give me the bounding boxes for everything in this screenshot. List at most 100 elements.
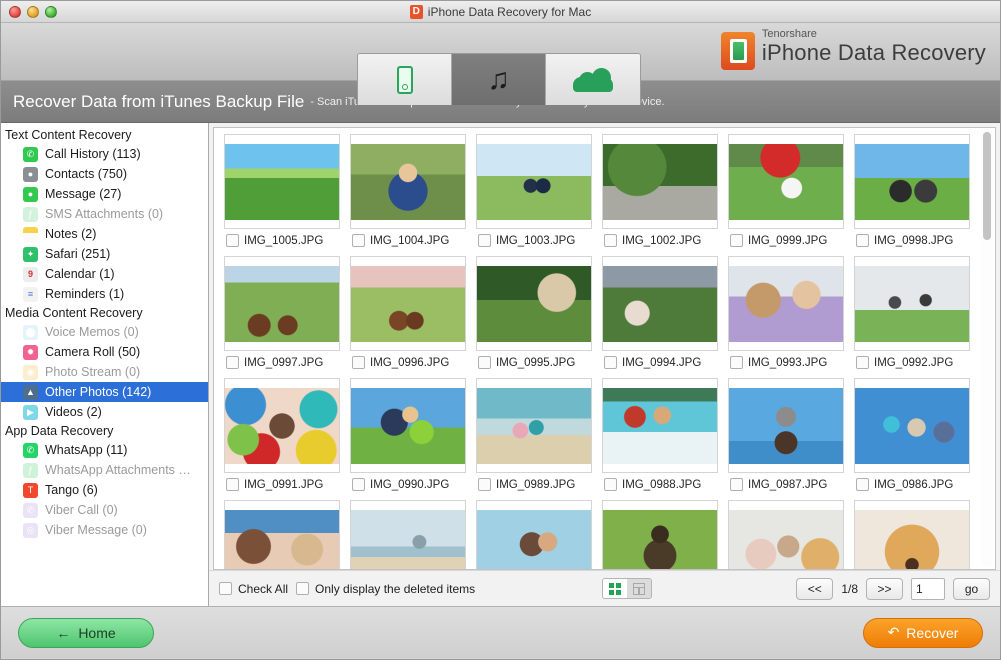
check-all-control[interactable]: Check All (219, 582, 288, 596)
photo-checkbox[interactable] (478, 234, 491, 247)
photo-thumbnail[interactable] (350, 256, 466, 351)
tab-recover-from-ios-device[interactable] (358, 54, 452, 105)
photo-thumbnail[interactable] (224, 256, 340, 351)
check-all-checkbox[interactable] (219, 582, 232, 595)
sidebar-item-safari[interactable]: ✦ Safari (251) (1, 244, 208, 264)
photo-thumbnail[interactable] (350, 378, 466, 473)
photo-thumbnail[interactable] (224, 134, 340, 229)
photo-checkbox[interactable] (226, 356, 239, 369)
photo-thumbnail[interactable] (854, 256, 970, 351)
photo-cell[interactable]: IMG_0987.JPG (728, 378, 854, 499)
photo-checkbox[interactable] (856, 356, 869, 369)
photo-cell[interactable] (350, 500, 476, 569)
photo-thumbnail[interactable] (728, 378, 844, 473)
photo-cell[interactable]: IMG_0993.JPG (728, 256, 854, 377)
photo-checkbox[interactable] (352, 356, 365, 369)
deleted-only-checkbox[interactable] (296, 582, 310, 595)
photo-thumbnail[interactable] (476, 378, 592, 473)
sidebar-item-calendar[interactable]: 9 Calendar (1) (1, 264, 208, 284)
photo-thumbnail[interactable] (476, 134, 592, 229)
photo-thumbnail[interactable] (854, 378, 970, 473)
photo-checkbox[interactable] (226, 478, 239, 491)
photo-checkbox[interactable] (730, 478, 743, 491)
photo-thumbnail[interactable] (602, 500, 718, 569)
photo-cell[interactable] (224, 500, 350, 569)
photo-checkbox[interactable] (856, 234, 869, 247)
photo-thumbnail[interactable] (350, 134, 466, 229)
close-button[interactable] (9, 5, 21, 18)
photo-cell[interactable] (854, 500, 980, 569)
photo-thumbnail[interactable] (224, 500, 340, 569)
photo-thumbnail[interactable] (728, 256, 844, 351)
photo-thumbnail[interactable] (854, 500, 970, 569)
photo-thumbnail[interactable] (602, 378, 718, 473)
photo-thumbnail[interactable] (728, 134, 844, 229)
sidebar-item-videos[interactable]: ▶ Videos (2) (1, 402, 208, 422)
photo-checkbox[interactable] (352, 234, 365, 247)
photo-cell[interactable]: IMG_0997.JPG (224, 256, 350, 377)
photo-checkbox[interactable] (604, 356, 617, 369)
sidebar-item-whatsapp-attachments[interactable]: ƒ WhatsApp Attachments … (1, 460, 208, 480)
photo-cell[interactable]: IMG_0988.JPG (602, 378, 728, 499)
sidebar-item-viber-call[interactable]: ✆ Viber Call (0) (1, 500, 208, 520)
sidebar-item-call-history[interactable]: ✆ Call History (113) (1, 144, 208, 164)
deleted-only-control[interactable]: Only display the deleted items (296, 582, 475, 596)
photo-cell[interactable] (728, 500, 854, 569)
sidebar-item-whatsapp[interactable]: ✆ WhatsApp (11) (1, 440, 208, 460)
prev-page-button[interactable]: << (796, 577, 834, 600)
photo-cell[interactable]: IMG_0995.JPG (476, 256, 602, 377)
minimize-button[interactable] (27, 5, 39, 18)
sidebar-item-viber-message[interactable]: ◎ Viber Message (0) (1, 520, 208, 540)
photo-cell[interactable]: IMG_1004.JPG (350, 134, 476, 255)
photo-cell[interactable]: IMG_0999.JPG (728, 134, 854, 255)
photo-cell[interactable]: IMG_0992.JPG (854, 256, 980, 377)
photo-checkbox[interactable] (730, 356, 743, 369)
photo-cell[interactable]: IMG_0996.JPG (350, 256, 476, 377)
photo-thumbnail[interactable] (476, 256, 592, 351)
home-button[interactable]: ← Home (18, 617, 154, 648)
list-view-button[interactable] (627, 579, 651, 598)
photo-checkbox[interactable] (604, 234, 617, 247)
tab-recover-from-itunes-backup[interactable]: ♫ (452, 54, 546, 105)
photo-checkbox[interactable] (226, 234, 239, 247)
grid-scrollbar-thumb[interactable] (983, 132, 991, 240)
photo-thumbnail[interactable] (602, 256, 718, 351)
sidebar-item-tango[interactable]: T Tango (6) (1, 480, 208, 500)
photo-checkbox[interactable] (604, 478, 617, 491)
sidebar-item-photo-stream[interactable]: ◉ Photo Stream (0) (1, 362, 208, 382)
photo-cell[interactable] (476, 500, 602, 569)
photo-checkbox[interactable] (478, 356, 491, 369)
photo-cell[interactable]: IMG_0990.JPG (350, 378, 476, 499)
sidebar-item-message[interactable]: ● Message (27) (1, 184, 208, 204)
photo-cell[interactable]: IMG_0989.JPG (476, 378, 602, 499)
photo-cell[interactable]: IMG_0998.JPG (854, 134, 980, 255)
photo-checkbox[interactable] (856, 478, 869, 491)
page-number-input[interactable]: 1 (911, 577, 945, 600)
sidebar-item-camera-roll[interactable]: ✹ Camera Roll (50) (1, 342, 208, 362)
tab-recover-from-icloud-backup[interactable] (546, 54, 640, 105)
go-button[interactable]: go (953, 577, 990, 600)
photo-thumbnail[interactable] (350, 500, 466, 569)
photo-cell[interactable]: IMG_0986.JPG (854, 378, 980, 499)
photo-cell[interactable] (602, 500, 728, 569)
photo-checkbox[interactable] (478, 478, 491, 491)
photo-cell[interactable]: IMG_0994.JPG (602, 256, 728, 377)
sidebar-item-reminders[interactable]: ≡ Reminders (1) (1, 284, 208, 304)
sidebar-item-notes[interactable]: Notes (2) (1, 224, 208, 244)
zoom-button[interactable] (45, 5, 57, 18)
grid-view-button[interactable] (603, 579, 627, 598)
photo-cell[interactable]: IMG_1002.JPG (602, 134, 728, 255)
sidebar-item-contacts[interactable]: ● Contacts (750) (1, 164, 208, 184)
sidebar-item-sms-attachments[interactable]: ƒ SMS Attachments (0) (1, 204, 208, 224)
grid-scrollbar[interactable] (981, 130, 993, 567)
photo-thumbnail[interactable] (602, 134, 718, 229)
photo-cell[interactable]: IMG_0991.JPG (224, 378, 350, 499)
photo-checkbox[interactable] (730, 234, 743, 247)
recover-button[interactable]: ↶ Recover (863, 617, 983, 648)
sidebar-item-other-photos[interactable]: ▲ Other Photos (142) (1, 382, 208, 402)
photo-thumbnail[interactable] (854, 134, 970, 229)
sidebar-item-voice-memos[interactable]: ⬤ Voice Memos (0) (1, 322, 208, 342)
photo-thumbnail[interactable] (476, 500, 592, 569)
photo-cell[interactable]: IMG_1005.JPG (224, 134, 350, 255)
photo-cell[interactable]: IMG_1003.JPG (476, 134, 602, 255)
